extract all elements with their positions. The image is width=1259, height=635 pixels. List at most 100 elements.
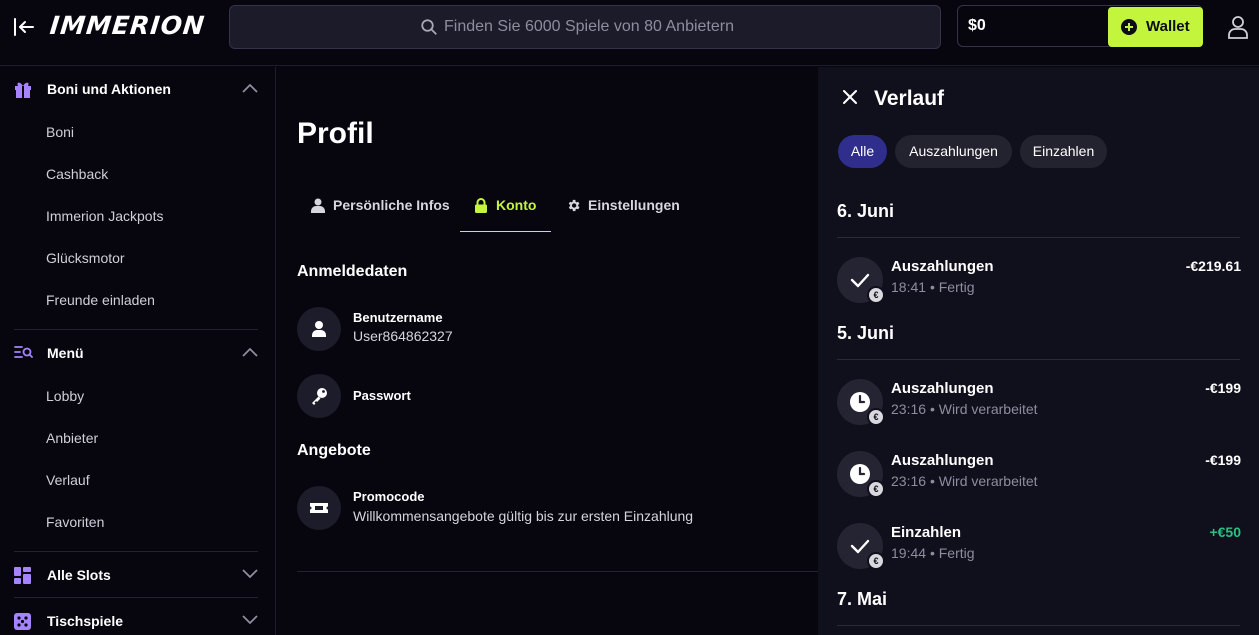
search-icon — [420, 18, 438, 36]
immerion-logo[interactable]: IMMERION — [48, 8, 207, 44]
transaction-status-badge: € — [837, 257, 885, 304]
sidebar-section-menu[interactable]: Menü — [14, 333, 258, 373]
transaction-amount: -€199 — [1205, 452, 1241, 468]
transaction-amount: +€50 — [1209, 524, 1241, 540]
transaction-status: Wird verarbeitet — [938, 473, 1038, 489]
tab-konto[interactable]: Konto — [474, 195, 544, 232]
gift-icon — [14, 81, 32, 98]
key-icon — [312, 388, 327, 405]
search-bar[interactable] — [229, 5, 941, 49]
user-account-icon[interactable] — [1226, 14, 1250, 40]
transaction-meta: 18:41 • Fertig — [891, 279, 975, 295]
search-input[interactable] — [444, 6, 924, 48]
euro-icon: € — [867, 286, 885, 304]
promocode-label: Promocode — [353, 489, 425, 504]
sidebar-section-label: Boni und Aktionen — [47, 81, 171, 97]
transaction-status: Fertig — [938, 545, 975, 561]
euro-icon: € — [867, 552, 885, 570]
tab-label: Konto — [496, 197, 537, 213]
transaction-status: Wird verarbeitet — [938, 401, 1038, 417]
collapse-sidebar-icon[interactable] — [12, 15, 36, 39]
transaction-row[interactable]: € Auszahlungen 23:16 • Wird verarbeitet … — [837, 451, 1241, 501]
tab-einstellungen[interactable]: Einstellungen — [566, 195, 686, 232]
euro-icon: € — [867, 480, 885, 498]
transaction-status-badge: € — [837, 379, 885, 426]
balance-value: $0 — [968, 17, 986, 34]
sidebar-item-lobby[interactable]: Lobby — [46, 388, 84, 404]
transaction-meta: 23:16 • Wird verarbeitet — [891, 473, 1038, 489]
meta-separator: • — [929, 473, 935, 489]
sidebar-item-verlauf[interactable]: Verlauf — [46, 472, 90, 488]
grid-icon — [14, 567, 31, 584]
clock-icon — [850, 392, 870, 412]
sidebar: Boni und Aktionen Boni Cashback Immerion… — [0, 67, 276, 635]
meta-separator: • — [929, 401, 935, 417]
transaction-time: 23:16 — [891, 401, 927, 417]
promocode-description: Willkommensangebote gültig bis zur erste… — [353, 508, 694, 524]
sidebar-item-favoriten[interactable]: Favoriten — [46, 514, 104, 530]
tab-label: Einstellungen — [588, 197, 680, 213]
chevron-up-icon — [242, 347, 258, 357]
sidebar-section-label: Menü — [47, 345, 84, 361]
chevron-down-icon — [242, 569, 258, 579]
tab-persoenliche-infos[interactable]: Persönliche Infos — [311, 195, 451, 232]
sidebar-divider — [14, 551, 258, 552]
sidebar-divider — [14, 329, 258, 330]
transaction-meta: 23:16 • Wird verarbeitet — [891, 401, 1038, 417]
transaction-time: 18:41 — [891, 279, 927, 295]
sidebar-item-anbieter[interactable]: Anbieter — [46, 430, 98, 446]
tab-label: Persönliche Infos — [333, 197, 450, 213]
sidebar-section-label: Tischspiele — [47, 613, 124, 629]
history-divider — [837, 237, 1240, 238]
sidebar-section-alle-slots[interactable]: Alle Slots — [14, 555, 258, 595]
username-avatar — [297, 307, 341, 351]
sidebar-section-label: Alle Slots — [47, 567, 111, 583]
password-label[interactable]: Passwort — [353, 388, 411, 403]
sidebar-item-gluecksmotor[interactable]: Glücksmotor — [46, 250, 125, 266]
filter-einzahlen[interactable]: Einzahlen — [1020, 135, 1107, 168]
sidebar-section-boni-und-aktionen[interactable]: Boni und Aktionen — [14, 69, 258, 109]
meta-separator: • — [929, 545, 935, 561]
profile-main: Profil Persönliche Infos Konto Einstellu… — [277, 67, 818, 635]
sidebar-item-freunde-einladen[interactable]: Freunde einladen — [46, 292, 155, 308]
history-title: Verlauf — [874, 87, 945, 110]
transaction-type: Auszahlungen — [891, 258, 994, 275]
transaction-status-badge: € — [837, 451, 885, 498]
person-icon — [312, 321, 326, 337]
username-value: User864862327 — [353, 328, 453, 344]
chevron-up-icon — [242, 83, 258, 93]
chevron-down-icon — [242, 615, 258, 625]
offers-section-title: Angebote — [297, 442, 371, 459]
transaction-type: Auszahlungen — [891, 380, 994, 397]
login-section-title: Anmeldedaten — [297, 263, 408, 280]
ticket-icon — [310, 503, 328, 513]
promocode-button[interactable] — [297, 486, 341, 530]
sidebar-item-immerion-jackpots[interactable]: Immerion Jackpots — [46, 208, 163, 224]
filter-alle[interactable]: Alle — [838, 135, 887, 168]
filter-auszahlungen[interactable]: Auszahlungen — [895, 135, 1012, 168]
sidebar-divider — [14, 597, 258, 598]
menu-search-icon — [14, 345, 33, 359]
transaction-time: 19:44 — [891, 545, 927, 561]
person-icon — [311, 198, 325, 213]
transaction-row[interactable]: € Auszahlungen 18:41 • Fertig -€219.61 — [837, 257, 1241, 307]
page-title: Profil — [297, 117, 374, 150]
history-date-heading: 7. Mai — [837, 589, 888, 609]
lock-icon — [474, 198, 488, 213]
transaction-amount: -€219.61 — [1185, 258, 1241, 274]
sidebar-item-boni[interactable]: Boni — [46, 124, 74, 140]
meta-separator: • — [929, 279, 935, 295]
close-icon[interactable] — [843, 90, 857, 104]
transaction-row[interactable]: € Einzahlen 19:44 • Fertig +€50 — [837, 523, 1241, 573]
euro-icon: € — [867, 408, 885, 426]
section-divider — [297, 571, 818, 572]
transaction-status-badge: € — [837, 523, 885, 570]
transaction-type: Einzahlen — [891, 524, 962, 541]
sidebar-section-tischspiele[interactable]: Tischspiele — [14, 601, 258, 635]
check-icon — [850, 273, 870, 288]
wallet-button[interactable]: Wallet — [1108, 7, 1203, 47]
transaction-row[interactable]: € Auszahlungen 23:16 • Wird verarbeitet … — [837, 379, 1241, 429]
history-date-heading: 6. Juni — [837, 201, 895, 221]
password-button[interactable] — [297, 374, 341, 418]
sidebar-item-cashback[interactable]: Cashback — [46, 166, 108, 182]
